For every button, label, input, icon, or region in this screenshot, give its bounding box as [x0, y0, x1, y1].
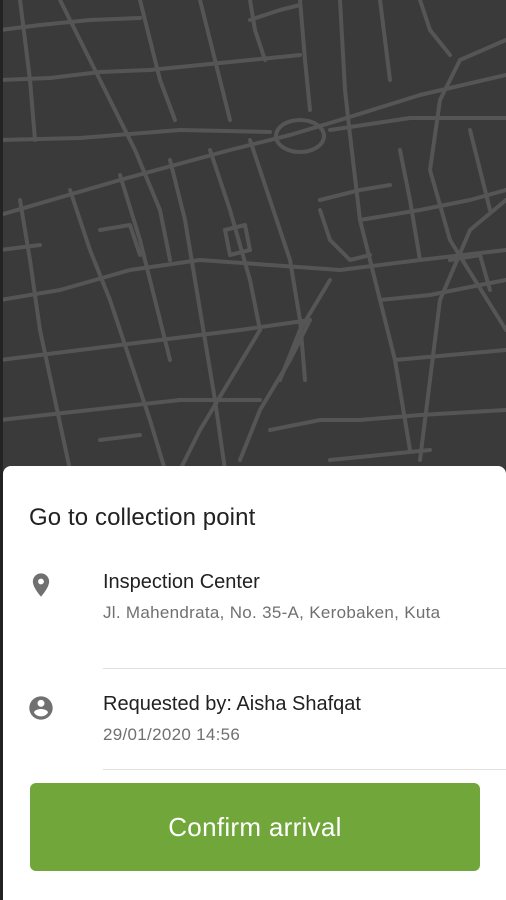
divider [103, 769, 506, 770]
location-pin-icon [27, 571, 55, 599]
requested-by: Requested by: Aisha Shafqat [103, 693, 361, 715]
map-roads [0, 0, 506, 472]
bottom-sheet: Go to collection point Inspection Center… [3, 466, 506, 900]
screen: Go to collection point Inspection Center… [0, 0, 506, 900]
location-name: Inspection Center [103, 571, 260, 593]
sheet-title: Go to collection point [29, 504, 256, 531]
divider [103, 668, 506, 669]
account-circle-icon [27, 694, 55, 722]
map-view[interactable] [0, 0, 506, 480]
request-datetime: 29/01/2020 14:56 [103, 725, 241, 744]
confirm-arrival-button[interactable]: Confirm arrival [30, 783, 480, 871]
location-address: Jl. Mahendrata, No. 35-A, Kerobaken, Kut… [103, 603, 441, 622]
